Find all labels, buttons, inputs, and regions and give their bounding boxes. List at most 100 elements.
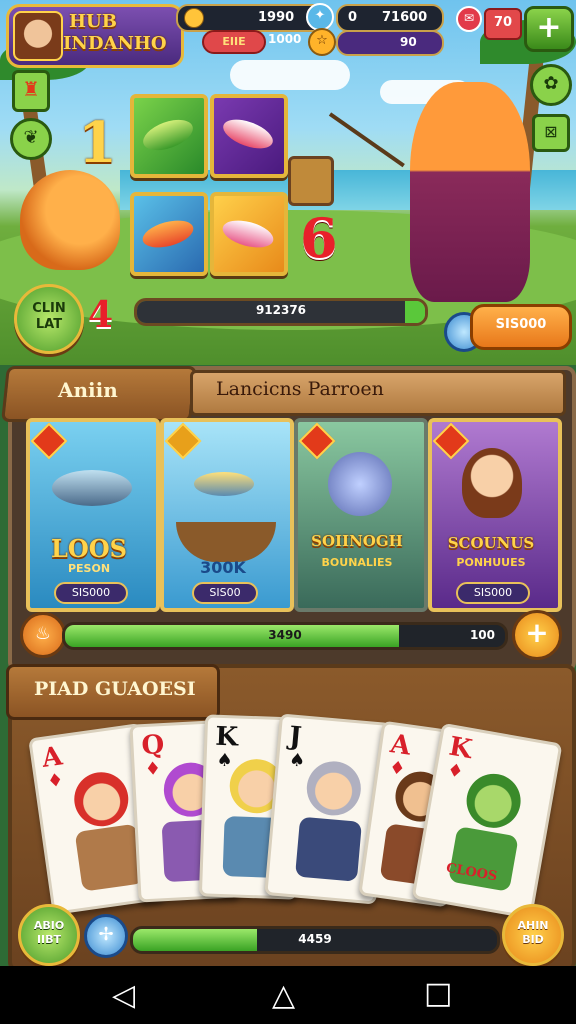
scene-progress-text: 912376 — [255, 303, 307, 317]
fish-card-gold[interactable] — [210, 192, 288, 276]
badge-icon — [30, 422, 68, 460]
cat-character — [328, 452, 392, 516]
panel-header-text: Lancicns Parroen — [216, 378, 384, 400]
card-character — [462, 769, 525, 833]
shop-icon[interactable]: ✿ — [530, 64, 572, 106]
energy-label: EIIE — [202, 30, 266, 54]
card-rank: A — [40, 741, 65, 774]
fox-character — [410, 82, 530, 302]
flame-icon[interactable]: ♨ — [20, 612, 66, 658]
profile-title-line1: HUB — [69, 11, 117, 32]
add-mid-button[interactable]: + — [512, 610, 562, 660]
event-card-title: LOOS — [50, 534, 128, 563]
event-card-1[interactable]: LOOS PESON SIS000 — [26, 418, 160, 612]
notification-icon[interactable]: ✉ — [456, 6, 482, 32]
badge-icon — [432, 422, 470, 460]
fish-icon — [219, 215, 277, 253]
card-character — [304, 759, 364, 818]
tiger-character — [20, 170, 120, 270]
trophy-icon: ☆ — [308, 28, 336, 56]
badge-icon — [164, 422, 202, 460]
bucket-icon — [288, 156, 334, 206]
event-card-subtitle: PESON — [67, 562, 111, 575]
system-nav-bar: ◁ △ □ — [0, 966, 576, 1024]
event-card-4[interactable]: SCOUNUS PONHUUES SIS000 — [428, 418, 562, 612]
event-card-subtitle: BOUNALIES — [321, 556, 393, 569]
mid-progress-text: 3490 — [268, 628, 302, 642]
event-card-3[interactable]: SOIINOGH BOUNALIES — [294, 418, 428, 612]
fish-card-purple[interactable] — [210, 94, 288, 178]
card-rank: K — [214, 721, 239, 753]
card-rank: Q — [140, 730, 165, 762]
event-card-chip[interactable]: SIS000 — [456, 582, 530, 604]
number-right: 6 — [300, 206, 338, 270]
event-card-title: SCOUNUS — [447, 534, 535, 552]
event-card-chip[interactable]: SIS00 — [192, 582, 258, 604]
gem-icon: ✦ — [306, 3, 334, 31]
badge-icon — [298, 422, 336, 460]
quest-icon[interactable]: ♜ — [12, 70, 50, 112]
card-suit: ♠ — [216, 749, 234, 772]
fish-icon — [194, 472, 254, 496]
map-icon[interactable]: ⊠ — [532, 114, 570, 152]
fish-icon — [139, 113, 197, 157]
gems-counter: 0 71600 — [336, 4, 444, 32]
event-card-chip[interactable]: SIS000 — [54, 582, 128, 604]
left-action-button[interactable]: ABIO IIBT — [18, 904, 80, 966]
avatar[interactable] — [13, 11, 63, 61]
number-left: 1 — [78, 110, 117, 176]
level-button[interactable]: CLIN LAT — [14, 284, 84, 354]
left-action-label: ABIO IIBT — [33, 919, 65, 946]
mid-progress-right: 100 — [469, 628, 495, 642]
event-card-subtitle: PONHUUES — [456, 556, 526, 569]
girl-character — [462, 448, 522, 518]
coins-value: 1990 — [258, 10, 295, 25]
card-rank: A — [388, 729, 413, 762]
event-card-title: SOIINOGH — [311, 532, 403, 550]
fish-card-green[interactable] — [130, 94, 208, 178]
event-card-2[interactable]: 300K SIS00 — [160, 418, 294, 612]
leaf-icon[interactable]: ❦ — [10, 118, 52, 160]
fish-icon — [52, 470, 132, 506]
cloud — [230, 60, 350, 90]
recent-apps-icon[interactable]: □ — [424, 976, 452, 1011]
back-icon[interactable]: ◁ — [112, 978, 135, 1013]
profile-panel[interactable]: HUB INDANHO — [6, 4, 184, 68]
add-button[interactable]: + — [524, 6, 574, 52]
card-suit: ♦ — [144, 758, 162, 781]
coin-icon — [184, 8, 204, 28]
compass-icon[interactable]: ✢ — [84, 914, 128, 958]
bottom-progress-text: 4459 — [298, 932, 332, 946]
event-card-title: 300K — [200, 558, 246, 577]
gems-prefix: 0 — [348, 10, 358, 25]
reward-button[interactable]: SIS000 — [470, 304, 572, 350]
card-character-body — [74, 823, 145, 892]
fish-icon — [139, 215, 197, 253]
card-game-title: PIAD GUAOESI — [34, 678, 196, 700]
trophies-value: 90 — [400, 35, 417, 49]
scene-progress-bar: 912376 — [134, 298, 428, 326]
card-character-body — [295, 816, 362, 882]
card-rank: J — [287, 721, 303, 753]
card-suit: ♦ — [445, 759, 466, 783]
level-badge[interactable]: 70 — [484, 8, 522, 40]
card-character — [70, 768, 132, 830]
energy-value: 1000 — [268, 32, 302, 46]
trophies-counter: 90 — [336, 30, 444, 56]
profile-title-line2: INDANHO — [63, 33, 167, 54]
level-button-label: CLIN LAT — [32, 301, 66, 332]
right-action-label: AHIN BID — [517, 919, 549, 946]
bottom-progress-bar: 4459 — [130, 926, 500, 954]
gems-value: 71600 — [382, 10, 428, 25]
mid-progress-bar: 3490 100 — [62, 622, 508, 650]
level-number: 4 — [88, 294, 114, 336]
tab-title: Aniin — [58, 378, 118, 402]
card-suit: ♦ — [45, 769, 65, 793]
home-icon[interactable]: △ — [272, 978, 295, 1013]
card-rank: K — [446, 731, 475, 766]
game-screen: HUB INDANHO 1990 ✦ 0 71600 EIIE 1000 ☆ 9… — [0, 0, 576, 1024]
card-suit: ♠ — [288, 749, 307, 772]
fish-icon — [219, 113, 277, 155]
fish-card-blue[interactable] — [130, 192, 208, 276]
right-action-button[interactable]: AHIN BID — [502, 904, 564, 966]
